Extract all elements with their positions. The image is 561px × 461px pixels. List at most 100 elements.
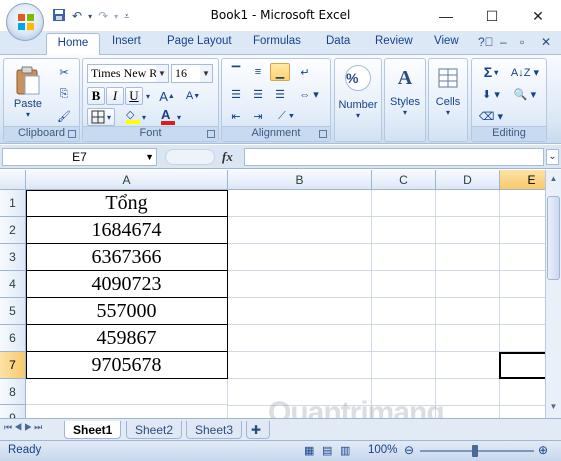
row-header-5[interactable]: 5 [0, 298, 26, 325]
decrease-indent-icon[interactable]: ⇤ [226, 107, 246, 125]
number-button[interactable]: % Number ▾ [338, 61, 378, 123]
fill-color-button[interactable]: ◇ ▾ [121, 108, 151, 126]
vertical-scrollbar[interactable]: ▲ ▼ [545, 170, 561, 418]
format-painter-icon[interactable]: 🖌 [54, 107, 74, 125]
font-size-dropdown-icon[interactable]: ▼ [200, 65, 212, 82]
row-header-9[interactable]: 9 [0, 405, 26, 418]
fill-icon[interactable]: ⬇ ▾ [476, 85, 506, 103]
find-select-icon[interactable]: 🔍 ▾ [508, 85, 542, 103]
office-button[interactable] [6, 3, 44, 41]
tab-page-layout[interactable]: Page Layout [167, 35, 232, 47]
wrap-text-icon[interactable]: ↵ [294, 63, 316, 81]
bold-button[interactable]: B [87, 87, 105, 105]
close-button[interactable]: ✕ [515, 0, 561, 32]
select-all-corner[interactable] [0, 170, 26, 190]
empty-cells-area[interactable] [228, 190, 545, 418]
font-color-button[interactable]: A ▾ [155, 108, 187, 126]
cell-a1[interactable]: Tổng [26, 190, 228, 217]
row-header-7[interactable]: 7 [0, 352, 26, 379]
merge-center-icon[interactable]: ⇔ ▾ [294, 85, 324, 103]
scroll-down-icon[interactable]: ▼ [547, 400, 560, 414]
sort-filter-icon[interactable]: A↓Z ▾ [508, 63, 542, 81]
formula-resize-handle[interactable] [165, 149, 215, 165]
tab-view[interactable]: View [434, 35, 459, 47]
cut-icon[interactable]: ✂ [54, 63, 74, 81]
zoom-in-icon[interactable]: ⊕ [538, 443, 548, 457]
column-header-e[interactable]: E [500, 170, 545, 190]
name-box[interactable]: E7 ▼ [2, 148, 157, 166]
alignment-launcher-icon[interactable] [319, 130, 327, 138]
underline-dropdown-icon[interactable]: ▾ [143, 87, 153, 105]
zoom-slider-thumb[interactable] [472, 445, 478, 457]
tab-formulas[interactable]: Formulas [253, 35, 301, 47]
help-icon[interactable]: ?⃝ [478, 35, 494, 49]
font-size-combo[interactable]: 16 ▼ [171, 64, 213, 83]
align-left-icon[interactable]: ☰ [226, 85, 246, 103]
cell-a5[interactable]: 557000 [26, 298, 228, 325]
ribbon-close-icon[interactable]: ✕ [541, 35, 551, 49]
clipboard-launcher-icon[interactable] [68, 130, 76, 138]
shrink-font-icon[interactable]: A ▼ [181, 87, 205, 105]
align-center-icon[interactable]: ☰ [248, 85, 268, 103]
selected-cell-e7[interactable] [499, 352, 545, 379]
cell-a3[interactable]: 6367366 [26, 244, 228, 271]
sheet-tab-2[interactable]: Sheet2 [126, 421, 183, 439]
cells-button[interactable]: Cells ▾ [431, 61, 465, 123]
column-header-d[interactable]: D [436, 170, 500, 190]
scroll-thumb[interactable] [547, 196, 560, 280]
row-header-8[interactable]: 8 [0, 379, 26, 405]
cell-a9[interactable] [26, 405, 228, 418]
row-header-4[interactable]: 4 [0, 271, 26, 298]
align-right-icon[interactable]: ☰ [270, 85, 290, 103]
insert-function-icon[interactable]: fx [222, 149, 233, 165]
expand-formula-bar-icon[interactable]: ⌄ [546, 149, 559, 165]
borders-button[interactable]: ▾ [87, 108, 115, 126]
autosum-button[interactable]: Σ ▾ [476, 63, 506, 81]
align-top-icon[interactable]: ▔ [226, 63, 246, 81]
page-layout-view-icon[interactable]: ▤ [322, 444, 332, 457]
worksheet-grid[interactable]: A B C D E 1 2 3 4 5 6 7 8 9 Tổng 1684674… [0, 170, 545, 418]
sheet-nav-icons[interactable]: ⏮◀▶⏭ [4, 422, 44, 433]
sheet-tab-1[interactable]: Sheet1 [64, 421, 122, 439]
page-break-view-icon[interactable]: ▥ [340, 444, 350, 457]
row-header-6[interactable]: 6 [0, 325, 26, 352]
font-name-dropdown-icon[interactable]: ▼ [156, 65, 168, 82]
increase-indent-icon[interactable]: ⇥ [248, 107, 268, 125]
column-header-a[interactable]: A [26, 170, 228, 190]
tab-insert[interactable]: Insert [112, 35, 141, 47]
tab-review[interactable]: Review [375, 35, 413, 47]
tab-home[interactable]: Home [46, 33, 100, 55]
sheet-tab-3[interactable]: Sheet3 [186, 421, 243, 439]
minimize-button[interactable]: — [423, 0, 469, 32]
zoom-out-icon[interactable]: ⊖ [404, 443, 414, 457]
underline-button[interactable]: U [125, 87, 143, 105]
copy-icon[interactable]: ⎘ [54, 85, 74, 103]
align-bottom-icon[interactable]: ▁ [270, 63, 290, 81]
font-name-combo[interactable]: Times New Ro ▼ [87, 64, 169, 83]
column-header-b[interactable]: B [228, 170, 372, 190]
column-header-c[interactable]: C [372, 170, 436, 190]
cell-a4[interactable]: 4090723 [26, 271, 228, 298]
paste-button[interactable]: Paste ▾ [8, 61, 48, 123]
maximize-button[interactable]: ☐ [469, 0, 515, 32]
clear-icon[interactable]: ⌫ ▾ [476, 107, 506, 125]
row-header-1[interactable]: 1 [0, 190, 26, 217]
styles-button[interactable]: A Styles ▾ [387, 61, 423, 123]
cell-a6[interactable]: 459867 [26, 325, 228, 352]
ribbon-restore-icon[interactable]: ▫ [520, 35, 524, 49]
cell-a7[interactable]: 9705678 [26, 352, 228, 379]
tab-data[interactable]: Data [326, 35, 350, 47]
row-header-2[interactable]: 2 [0, 217, 26, 244]
italic-button[interactable]: I [106, 87, 124, 105]
cell-a2[interactable]: 1684674 [26, 217, 228, 244]
name-box-dropdown-icon[interactable]: ▼ [145, 149, 154, 165]
normal-view-icon[interactable]: ▦ [304, 444, 314, 457]
zoom-level[interactable]: 100% [368, 444, 397, 456]
scroll-up-icon[interactable]: ▲ [547, 172, 560, 186]
insert-sheet-icon[interactable]: ✚ [246, 421, 270, 439]
ribbon-minimize-icon[interactable]: – [500, 35, 507, 49]
grow-font-icon[interactable]: A ▲ [155, 87, 179, 105]
font-launcher-icon[interactable] [207, 130, 215, 138]
formula-input[interactable] [244, 148, 544, 166]
orientation-icon[interactable]: ⟋ ▾ [272, 107, 300, 125]
